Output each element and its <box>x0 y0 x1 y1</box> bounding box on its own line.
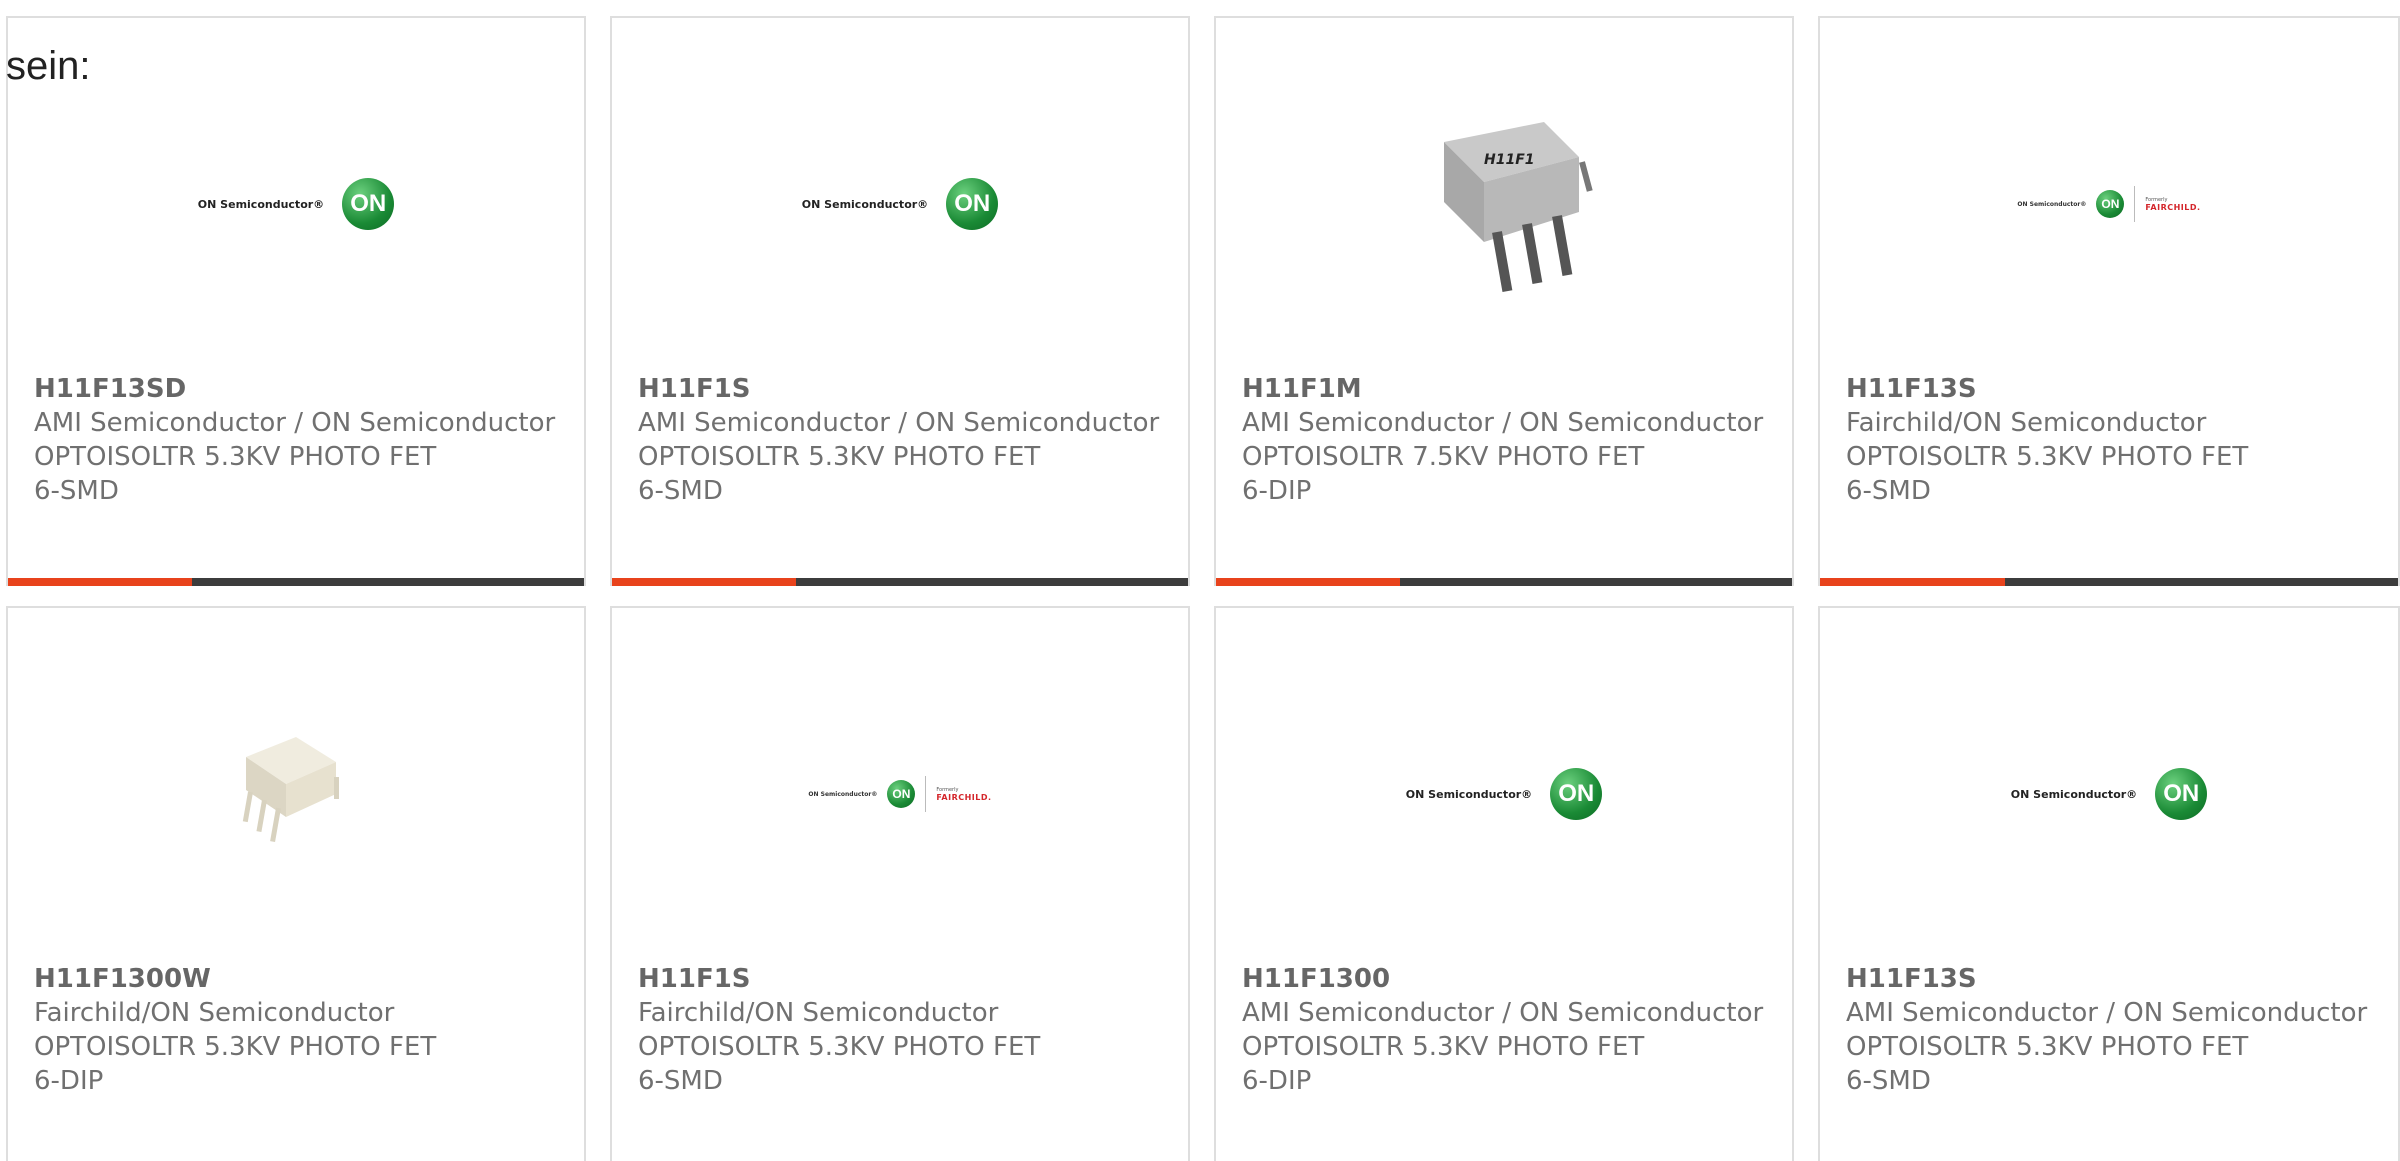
manufacturer: Fairchild/ON Semiconductor <box>638 998 999 1028</box>
product-image[interactable]: ON Semiconductor® ON <box>1820 664 2398 924</box>
dip-chip-white-icon <box>242 737 339 843</box>
product-card[interactable]: H11F1300W Fairchild/ON Semiconductor OPTOI… <box>6 606 586 1161</box>
card-accent-bar <box>8 578 193 586</box>
package: 6-SMD <box>638 1066 723 1096</box>
product-card[interactable]: ON Semiconductor® ON H11F13SD AMI Semicondu… <box>6 16 586 586</box>
product-image[interactable] <box>8 664 584 924</box>
description: OPTOISOLTR 5.3KV PHOTO FET <box>638 1032 1041 1062</box>
card-bottom-bar <box>1216 578 1792 586</box>
product-image[interactable]: ON Semiconductor® ON <box>1216 664 1792 924</box>
product-image[interactable]: H11F1 <box>1216 74 1792 334</box>
product-card[interactable]: ON Semiconductor® ON H11F13S AMI Semiconduc… <box>1818 606 2400 1161</box>
lead-text: sein: <box>6 44 91 88</box>
product-info: H11F13S AMI Semiconductor / ON Semiconduc… <box>1846 962 2378 1098</box>
fairchild-text: FAIRCHILD. <box>936 792 992 802</box>
on-fairchild-logo: ON Semiconductor® ON Formerly FAIRCHILD. <box>2017 186 2200 222</box>
on-mark-icon: ON <box>1550 768 1603 820</box>
chip-marking: H11F1 <box>1484 152 1535 168</box>
product-card[interactable]: ON Semiconductor® ON H11F1S AMI Semiconduct… <box>610 16 1190 586</box>
manufacturer: AMI Semiconductor / ON Semiconductor <box>1242 998 1764 1028</box>
manufacturer: AMI Semiconductor / ON Semiconductor <box>1846 998 2368 1028</box>
on-semiconductor-logo: ON Semiconductor® ON <box>2010 768 2208 820</box>
on-semiconductor-logo: ON Semiconductor® ON <box>1405 768 1603 820</box>
manufacturer: AMI Semiconductor / ON Semiconductor <box>34 408 556 438</box>
description: OPTOISOLTR 7.5KV PHOTO FET <box>1242 442 1645 472</box>
fairchild-logo: Formerly FAIRCHILD. <box>936 787 991 802</box>
card-accent-bar <box>1820 578 2005 586</box>
logo-text: ON Semiconductor® <box>1405 787 1533 801</box>
product-card[interactable]: ON Semiconductor® ON H11F1300 AMI Semicondu… <box>1214 606 1794 1161</box>
part-number[interactable]: H11F13SD <box>34 372 564 406</box>
product-card[interactable]: H11F1 H11F1M AMI Semiconductor / ON Semico… <box>1214 16 1794 586</box>
product-info: H11F13S Fairchild/ON Semiconductor OPTOISO… <box>1846 372 2378 508</box>
fairchild-logo: Formerly FAIRCHILD. <box>2145 197 2200 212</box>
manufacturer: AMI Semiconductor / ON Semiconductor <box>1242 408 1764 438</box>
package: 6-SMD <box>1846 1066 1931 1096</box>
manufacturer: AMI Semiconductor / ON Semiconductor <box>638 408 1160 438</box>
manufacturer: Fairchild/ON Semiconductor <box>34 998 395 1028</box>
description: OPTOISOLTR 5.3KV PHOTO FET <box>1242 1032 1645 1062</box>
logo-text: ON Semiconductor® <box>801 197 929 211</box>
logo-text: ON Semiconductor® <box>808 790 878 798</box>
part-number[interactable]: H11F13S <box>1846 372 2378 406</box>
chip-image <box>226 722 366 866</box>
logo-divider <box>2134 186 2136 222</box>
fairchild-text: FAIRCHILD. <box>2145 202 2201 212</box>
chip-image: H11F1 <box>1404 102 1604 306</box>
package: 6-SMD <box>638 476 723 506</box>
logo-text: ON Semiconductor® <box>197 197 325 211</box>
part-number[interactable]: H11F1M <box>1242 372 1772 406</box>
card-bottom-bar <box>8 578 584 586</box>
on-mark-icon: ON <box>2096 190 2125 218</box>
package: 6-SMD <box>1846 476 1931 506</box>
card-accent-bar <box>1216 578 1401 586</box>
part-number[interactable]: H11F1S <box>638 372 1168 406</box>
product-info: H11F1300 AMI Semiconductor / ON Semicondu… <box>1242 962 1772 1098</box>
part-number[interactable]: H11F1300 <box>1242 962 1772 996</box>
card-bottom-bar <box>612 578 1188 586</box>
product-image[interactable]: ON Semiconductor® ON Formerly FAIRCHILD. <box>1820 74 2398 334</box>
on-mark-icon: ON <box>946 178 999 230</box>
logo-divider <box>925 776 927 812</box>
part-number[interactable]: H11F1S <box>638 962 1168 996</box>
on-semiconductor-logo: ON Semiconductor® ON <box>197 178 395 230</box>
logo-text: ON Semiconductor® <box>2017 200 2087 208</box>
on-semiconductor-logo: ON Semiconductor® ON <box>801 178 999 230</box>
description: OPTOISOLTR 5.3KV PHOTO FET <box>34 1032 437 1062</box>
on-mark-icon: ON <box>887 780 916 808</box>
package: 6-DIP <box>1242 1066 1312 1096</box>
package: 6-DIP <box>1242 476 1312 506</box>
product-info: H11F1M AMI Semiconductor / ON Semiconduct… <box>1242 372 1772 508</box>
on-mark-icon: ON <box>2155 768 2208 820</box>
dip-chip-grey-icon: H11F1 <box>1444 122 1593 292</box>
package: 6-SMD <box>34 476 119 506</box>
product-image[interactable]: ON Semiconductor® ON Formerly FAIRCHILD. <box>612 664 1188 924</box>
description: OPTOISOLTR 5.3KV PHOTO FET <box>1846 442 2249 472</box>
card-bottom-bar <box>1820 578 2398 586</box>
product-info: H11F1S Fairchild/ON Semiconductor OPTOISOL… <box>638 962 1168 1098</box>
manufacturer: Fairchild/ON Semiconductor <box>1846 408 2207 438</box>
on-mark-icon: ON <box>342 178 395 230</box>
product-info: H11F1S AMI Semiconductor / ON Semiconduct… <box>638 372 1168 508</box>
card-accent-bar <box>612 578 797 586</box>
logo-text: ON Semiconductor® <box>2010 787 2138 801</box>
product-image[interactable]: ON Semiconductor® ON <box>8 74 584 334</box>
package: 6-DIP <box>34 1066 104 1096</box>
product-info: H11F13SD AMI Semiconductor / ON Semicondu… <box>34 372 564 508</box>
description: OPTOISOLTR 5.3KV PHOTO FET <box>1846 1032 2249 1062</box>
description: OPTOISOLTR 5.3KV PHOTO FET <box>638 442 1041 472</box>
product-info: H11F1300W Fairchild/ON Semiconductor OPTOI… <box>34 962 564 1098</box>
part-number[interactable]: H11F13S <box>1846 962 2378 996</box>
description: OPTOISOLTR 5.3KV PHOTO FET <box>34 442 437 472</box>
part-number[interactable]: H11F1300W <box>34 962 564 996</box>
product-card[interactable]: ON Semiconductor® ON Formerly FAIRCHILD. H11… <box>610 606 1190 1161</box>
product-grid: ON Semiconductor® ON H11F13SD AMI Semicondu… <box>0 0 2400 1161</box>
on-fairchild-logo: ON Semiconductor® ON Formerly FAIRCHILD. <box>808 776 991 812</box>
product-image[interactable]: ON Semiconductor® ON <box>612 74 1188 334</box>
product-card[interactable]: ON Semiconductor® ON Formerly FAIRCHILD. H11… <box>1818 16 2400 586</box>
